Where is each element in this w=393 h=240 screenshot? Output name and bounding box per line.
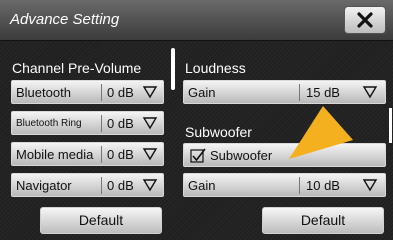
dropdown-arrow-icon — [142, 117, 158, 130]
row-label: Navigator — [16, 178, 72, 193]
subwoofer-heading: Subwoofer — [185, 124, 252, 140]
dropdown-arrow-icon — [142, 179, 158, 192]
row-label: Mobile media — [16, 147, 94, 162]
scrollbar-thumb[interactable] — [171, 48, 175, 90]
divider — [101, 177, 102, 194]
pointer-arrow-icon — [289, 106, 353, 159]
row-label: Gain — [188, 178, 216, 193]
dropdown-arrow-icon — [362, 179, 378, 192]
divider — [299, 177, 300, 194]
checkbox-checked-icon — [190, 148, 206, 163]
subwoofer-default-button[interactable]: Default — [262, 207, 384, 234]
close-x-icon — [357, 12, 373, 28]
window-title: Advance Setting — [10, 11, 120, 28]
divider — [299, 84, 300, 101]
title-bar: Advance Setting — [0, 0, 393, 41]
close-button[interactable] — [344, 6, 386, 34]
row-value: 10 dB — [306, 178, 340, 193]
row-value: 0 dB — [107, 116, 134, 131]
row-value: 0 dB — [107, 178, 134, 193]
mobile-media-volume-row[interactable]: Mobile media 0 dB — [11, 142, 164, 166]
divider — [101, 146, 102, 163]
subwoofer-toggle-label: Subwoofer — [210, 148, 273, 163]
loudness-gain-row[interactable]: Gain 15 dB — [183, 80, 386, 104]
dropdown-arrow-icon — [142, 86, 158, 99]
right-scroll-indicator — [389, 108, 392, 143]
channel-default-button[interactable]: Default — [40, 207, 162, 234]
divider — [101, 115, 102, 132]
subwoofer-gain-row[interactable]: Gain 10 dB — [183, 173, 386, 197]
navigator-volume-row[interactable]: Navigator 0 dB — [11, 173, 164, 197]
divider — [101, 84, 102, 101]
row-value: 0 dB — [107, 147, 134, 162]
loudness-heading: Loudness — [185, 60, 246, 76]
row-label: Bluetooth — [16, 85, 71, 100]
row-value: 15 dB — [306, 85, 340, 100]
row-label: Gain — [188, 85, 216, 100]
bluetooth-volume-row[interactable]: Bluetooth 0 dB — [11, 80, 164, 104]
dropdown-arrow-icon — [142, 148, 158, 161]
row-value: 0 dB — [107, 85, 134, 100]
channel-pre-volume-heading: Channel Pre-Volume — [12, 60, 142, 76]
row-label: Bluetooth Ring — [16, 118, 82, 129]
bluetooth-ring-volume-row[interactable]: Bluetooth Ring 0 dB — [11, 111, 164, 135]
dropdown-arrow-icon — [362, 86, 378, 99]
